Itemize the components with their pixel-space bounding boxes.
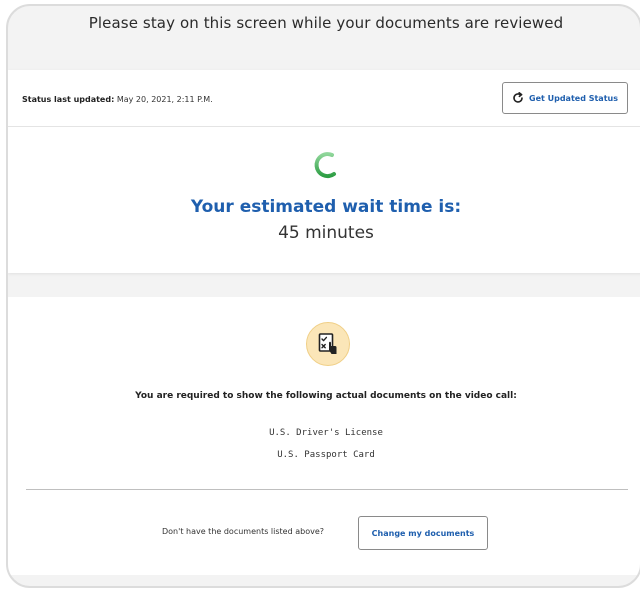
status-card: Status last updated: May 20, 2021, 2:11 … — [8, 70, 640, 273]
list-item: U.S. Passport Card — [277, 450, 375, 460]
document-icon-badge — [306, 322, 350, 366]
document-checklist-icon — [318, 333, 337, 354]
refresh-icon — [513, 92, 523, 103]
page-title: Please stay on this screen while your do… — [88, 14, 564, 32]
change-documents-label: Change my documents — [371, 528, 475, 538]
required-documents-instruction: You are required to show the following a… — [135, 391, 517, 401]
documents-divider — [26, 489, 628, 490]
list-item: U.S. Driver's License — [269, 428, 383, 438]
wait-time-value: 45 minutes — [278, 223, 374, 243]
missing-documents-prompt: Don't have the documents listed above? — [162, 527, 324, 536]
get-updated-status-label: Get Updated Status — [529, 93, 618, 103]
status-last-updated: Status last updated: May 20, 2021, 2:11 … — [22, 95, 213, 104]
documents-card: You are required to show the following a… — [8, 297, 640, 575]
change-documents-button[interactable]: Change my documents — [358, 516, 488, 550]
status-timestamp: May 20, 2021, 2:11 P.M. — [116, 95, 213, 104]
status-divider — [8, 126, 640, 127]
change-documents-row: Don't have the documents listed above? C… — [8, 516, 640, 550]
loading-spinner-icon — [314, 152, 336, 178]
app-frame: Please stay on this screen while your do… — [6, 4, 640, 588]
wait-time-title: Your estimated wait time is: — [190, 197, 462, 217]
required-documents-list: U.S. Driver's License U.S. Passport Card — [8, 422, 640, 466]
status-label: Status last updated: — [22, 95, 115, 104]
get-updated-status-button[interactable]: Get Updated Status — [502, 82, 628, 114]
